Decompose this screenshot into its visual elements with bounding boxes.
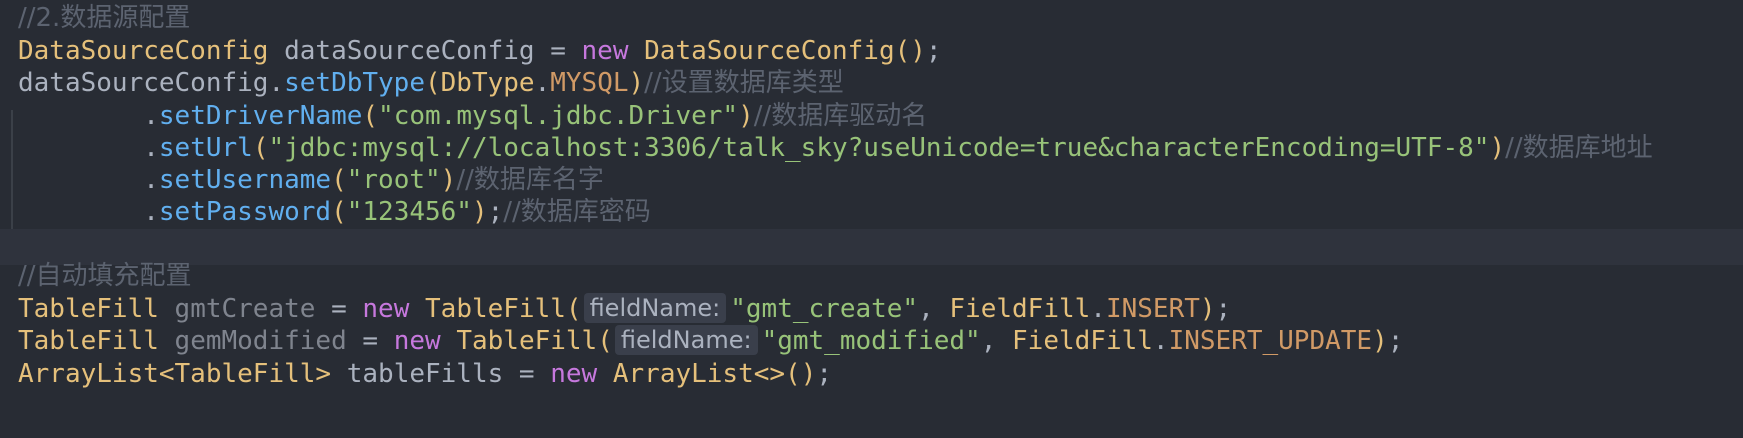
parameter-hint: fieldName: xyxy=(583,293,727,323)
paren: ( xyxy=(331,165,347,195)
method-name: setUsername xyxy=(158,165,332,195)
enum-value: MYSQL xyxy=(550,68,629,98)
variable-name: dataSourceConfig xyxy=(268,36,551,66)
type-name: TableFill xyxy=(18,326,159,356)
comment: //设置数据库类型 xyxy=(644,68,844,98)
dot: . xyxy=(143,101,159,131)
variable-name: gmtCreate xyxy=(158,294,332,324)
string-literal: "gmt_create" xyxy=(730,294,919,324)
paren: ( xyxy=(425,68,441,98)
paren: ( xyxy=(597,326,613,356)
operator: = xyxy=(518,359,535,389)
comment: //数据库名字 xyxy=(456,165,604,195)
enum-type: FieldFill xyxy=(949,294,1091,324)
paren: ) xyxy=(800,359,817,389)
variable-name: gemModified xyxy=(158,326,363,356)
keyword: new xyxy=(565,36,645,66)
constructor-name: DataSourceConfig xyxy=(644,36,895,66)
method-name: setPassword xyxy=(158,197,332,227)
type-name: DataSourceConfig xyxy=(18,36,269,66)
semicolon: ; xyxy=(487,197,504,227)
paren: ( xyxy=(565,294,582,324)
method-name: setDbType xyxy=(284,68,425,98)
keyword: new xyxy=(378,326,457,356)
dot: . xyxy=(534,68,551,98)
dot: . xyxy=(1152,326,1169,356)
parameter-hint: fieldName: xyxy=(614,325,758,355)
dot: . xyxy=(143,165,159,195)
paren: ) xyxy=(1372,326,1388,356)
constructor-name: TableFill xyxy=(456,326,598,356)
string-literal: "jdbc:mysql://localhost:3306/talk_sky?us… xyxy=(268,133,1490,163)
paren: ) xyxy=(1199,294,1216,324)
code-line-6[interactable]: .setUsername("root")//数据库名字 xyxy=(0,162,1743,198)
dot: . xyxy=(143,197,159,227)
comment: //数据库地址 xyxy=(1505,133,1653,163)
code-line-11[interactable]: TableFill gemModified = new TableFill(fi… xyxy=(0,323,1743,359)
code-line-5[interactable]: .setUrl("jdbc:mysql://localhost:3306/tal… xyxy=(0,130,1743,166)
code-line-7[interactable]: .setPassword("123456");//数据库密码 xyxy=(0,194,1743,230)
constructor-name: TableFill xyxy=(425,294,566,324)
comma: , xyxy=(980,326,1013,356)
operator: = xyxy=(331,294,347,324)
code-line-3[interactable]: dataSourceConfig.setDbType(DbType.MYSQL)… xyxy=(0,65,1743,101)
comment: //数据库驱动名 xyxy=(753,101,928,131)
method-name: setUrl xyxy=(158,133,253,163)
method-name: setDriverName xyxy=(158,101,363,131)
string-literal: "123456" xyxy=(346,197,472,227)
comment: //2.数据源配置 xyxy=(18,3,191,33)
enum-type: DbType xyxy=(440,68,535,98)
paren: ( xyxy=(785,359,801,389)
operator: = xyxy=(550,36,566,66)
comma: , xyxy=(918,294,950,324)
semicolon: ; xyxy=(1387,326,1404,356)
paren: ) xyxy=(471,197,488,227)
code-line-2[interactable]: DataSourceConfig dataSourceConfig = new … xyxy=(0,33,1743,69)
type-name: ArrayList<TableFill> xyxy=(18,359,332,389)
variable-name: tableFills xyxy=(331,359,519,389)
paren: ) xyxy=(1489,133,1506,163)
constructor-name: ArrayList<> xyxy=(612,359,786,389)
dot: . xyxy=(143,133,159,163)
enum-value: INSERT_UPDATE xyxy=(1168,326,1373,356)
code-line-9[interactable]: //自动填充配置 xyxy=(0,258,1743,294)
enum-type: FieldFill xyxy=(1012,326,1153,356)
paren: ) xyxy=(738,101,754,131)
paren: ( xyxy=(894,36,911,66)
paren: ) xyxy=(628,68,645,98)
semicolon: ; xyxy=(1215,294,1232,324)
keyword: new xyxy=(346,294,426,324)
paren: ) xyxy=(910,36,926,66)
object-name: dataSourceConfig xyxy=(18,68,269,98)
enum-value: INSERT xyxy=(1105,294,1200,324)
code-line-10[interactable]: TableFill gmtCreate = new TableFill(fiel… xyxy=(0,291,1743,327)
operator: = xyxy=(362,326,379,356)
dot: . xyxy=(268,68,285,98)
comment: //数据库密码 xyxy=(503,197,651,227)
paren: ) xyxy=(440,165,457,195)
paren: ( xyxy=(362,101,379,131)
paren: ( xyxy=(252,133,269,163)
code-line-1[interactable]: //2.数据源配置 xyxy=(0,0,1743,36)
type-name: TableFill xyxy=(18,294,159,324)
string-literal: "root" xyxy=(346,165,441,195)
code-line-4[interactable]: .setDriverName("com.mysql.jdbc.Driver")/… xyxy=(0,98,1743,134)
dot: . xyxy=(1090,294,1106,324)
code-editor[interactable]: //2.数据源配置 DataSourceConfig dataSourceCon… xyxy=(0,0,1743,438)
comment: //自动填充配置 xyxy=(18,261,192,291)
code-line-12[interactable]: ArrayList<TableFill> tableFills = new Ar… xyxy=(0,356,1743,392)
string-literal: "com.mysql.jdbc.Driver" xyxy=(378,101,739,131)
semicolon: ; xyxy=(816,359,833,389)
semicolon: ; xyxy=(925,36,942,66)
string-literal: "gmt_modified" xyxy=(761,326,981,356)
paren: ( xyxy=(331,197,347,227)
keyword: new xyxy=(534,359,613,389)
